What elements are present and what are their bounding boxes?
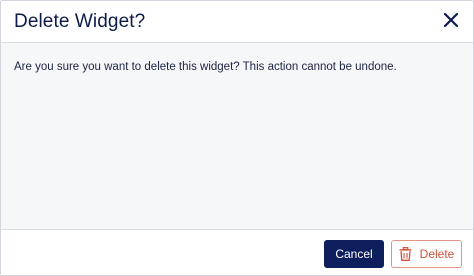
delete-button-label: Delete: [419, 247, 455, 261]
close-button[interactable]: [441, 10, 461, 30]
close-icon: [443, 12, 459, 28]
confirmation-message: Are you sure you want to delete this wid…: [14, 61, 397, 73]
dialog-title: Delete Widget?: [14, 11, 146, 32]
trash-icon: [399, 247, 412, 261]
dialog-header: Delete Widget?: [1, 1, 473, 43]
dialog-body: Are you sure you want to delete this wid…: [1, 43, 473, 230]
cancel-button-label: Cancel: [335, 247, 373, 261]
delete-button[interactable]: Delete: [391, 240, 462, 268]
delete-widget-dialog: Delete Widget? Are you sure you want to …: [0, 0, 474, 276]
dialog-footer: Cancel Delete: [1, 230, 473, 275]
cancel-button[interactable]: Cancel: [324, 240, 384, 268]
